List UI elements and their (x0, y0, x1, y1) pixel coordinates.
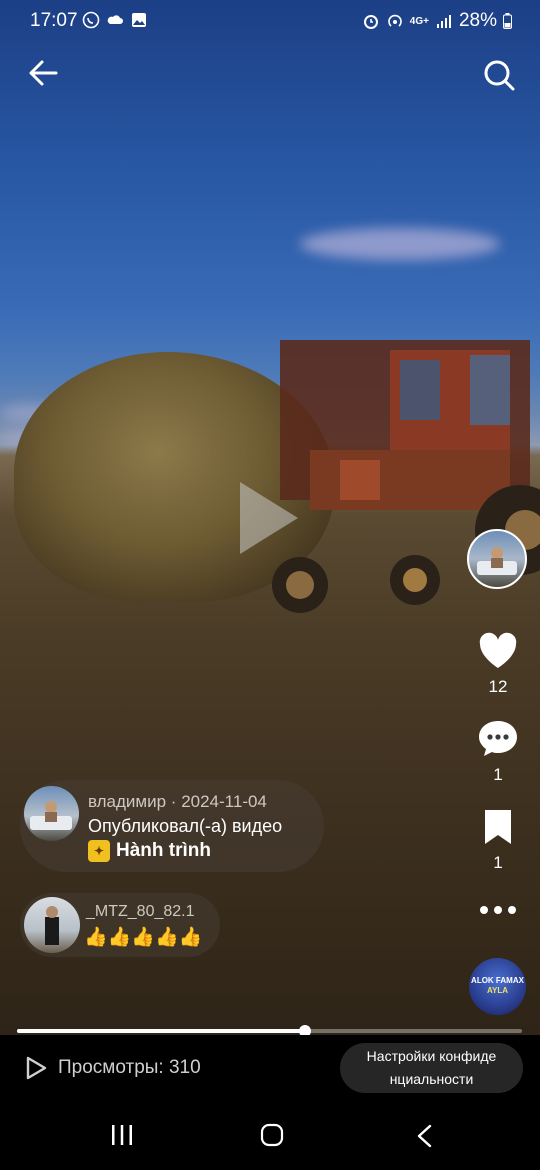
privacy-line2: нциальности (389, 1071, 474, 1087)
back-nav-icon[interactable] (414, 1123, 436, 1149)
views: Просмотры: 310 (24, 1055, 201, 1081)
post-tag[interactable]: ✦ Hành trình (88, 840, 211, 862)
status-bar: 17:07 4G+ 28% (0, 0, 540, 42)
bottom-bar: Просмотры: 310 Настройки конфиде нциальн… (0, 1035, 540, 1105)
battery-percent: 28% (458, 10, 497, 31)
search-icon[interactable] (482, 58, 516, 92)
avatar-image (45, 906, 59, 945)
bookmark-icon[interactable] (482, 808, 514, 846)
signal-icon (436, 15, 451, 28)
like-action[interactable]: 12 (470, 632, 526, 697)
comment-action[interactable]: 1 (470, 718, 526, 785)
post-date: 2024-11-04 (181, 792, 267, 811)
play-icon[interactable] (240, 482, 298, 554)
system-nav-bar (0, 1105, 540, 1170)
progress-fill (17, 1029, 305, 1033)
whatsapp-icon (82, 11, 100, 29)
poster-avatar[interactable] (24, 786, 79, 841)
play-outline-icon (26, 1056, 47, 1080)
post-user[interactable]: владимир (88, 792, 166, 811)
comment-icon[interactable] (477, 718, 519, 758)
hotspot-icon (388, 14, 402, 27)
save-count: 1 (493, 853, 503, 872)
post-text: Опубликовал(-а) видео (88, 816, 283, 836)
cloud-icon (107, 15, 123, 24)
like-count: 12 (488, 677, 508, 696)
journey-icon: ✦ (88, 840, 110, 862)
video-player[interactable] (0, 0, 540, 1035)
post-tag-label: Hành trình (116, 840, 211, 861)
home-icon[interactable] (260, 1123, 284, 1147)
comment-text: 👍👍👍👍👍 (84, 927, 203, 948)
privacy-settings-button[interactable]: Настройки конфиде нциальности (340, 1043, 523, 1093)
views-label: Просмотры: 310 (58, 1057, 201, 1078)
cloud (300, 228, 500, 260)
save-action[interactable]: 1 (470, 808, 526, 873)
network-type: 4G+ (409, 15, 429, 27)
commenter-avatar[interactable] (24, 897, 80, 953)
status-time: 17:07 (30, 10, 78, 31)
music-disc-sub: AYLA (486, 986, 509, 995)
avatar-image (477, 547, 517, 575)
comment-user: _MTZ_80_82.1 (86, 903, 195, 920)
alarm-icon (363, 15, 378, 29)
music-disc[interactable]: ALOK FAMAX AYLA (469, 958, 526, 1015)
post-info[interactable]: владимир · 2024-11-04 Опубликовал(-а) ви… (20, 780, 324, 872)
heart-icon[interactable] (477, 632, 519, 670)
comment-preview[interactable]: _MTZ_80_82.1 👍👍👍👍👍 (20, 893, 220, 957)
post-meta: владимир · 2024-11-04 (88, 792, 267, 811)
avatar-image (30, 801, 72, 830)
privacy-line1: Настройки конфиде (366, 1048, 497, 1064)
gallery-icon (132, 13, 146, 27)
battery-icon (503, 13, 512, 29)
creator-avatar[interactable] (467, 529, 527, 589)
comment-count: 1 (493, 765, 503, 784)
video-progress[interactable] (17, 1025, 522, 1037)
arrow-left-icon[interactable] (26, 56, 60, 90)
more-icon[interactable] (478, 898, 518, 922)
more-action[interactable] (470, 898, 526, 927)
recents-icon[interactable] (110, 1123, 134, 1147)
music-disc-label: ALOK FAMAX (471, 976, 524, 985)
